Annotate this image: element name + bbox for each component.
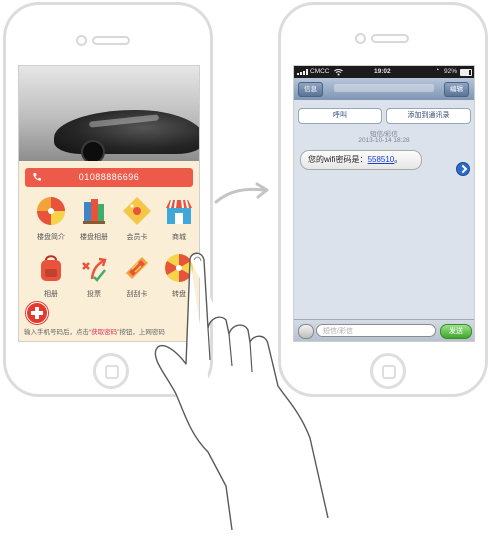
earpiece-speaker <box>92 36 130 45</box>
back-to-messages-button[interactable]: 信息 <box>298 82 323 97</box>
tile-label: 商城 <box>172 234 186 241</box>
tile-mall[interactable]: 商城 <box>155 196 199 248</box>
earpiece-speaker <box>371 34 409 43</box>
signal-bars-icon <box>297 69 308 75</box>
send-button[interactable]: 发送 <box>440 324 472 339</box>
incoming-message-bubble[interactable]: 您的wifi密码是：558510。 <box>300 150 422 170</box>
diamond-tag-icon <box>123 197 151 225</box>
wifi-icon <box>334 69 343 76</box>
alarm-icon: ◔ <box>435 67 440 74</box>
tile-label: 楼盘相册 <box>80 234 108 241</box>
tile-label: 会员卡 <box>126 234 148 241</box>
front-camera <box>355 33 366 44</box>
tile-label: 投票 <box>87 291 101 298</box>
detail-disclosure-icon[interactable] <box>456 162 470 176</box>
car-wheel <box>81 140 105 161</box>
books-icon <box>83 199 105 224</box>
call-phone-bar[interactable]: 01088886696 <box>25 168 193 187</box>
home-button[interactable] <box>370 353 406 389</box>
car-illustration <box>54 110 199 154</box>
flow-arrow-icon <box>214 182 269 204</box>
wifi-password-code[interactable]: 558510 <box>368 155 395 164</box>
get-password-link[interactable]: 获取密码 <box>91 329 117 336</box>
sms-navigation-bar: 信息 编辑 <box>294 78 474 100</box>
tile-label: 楼盘简介 <box>37 234 65 241</box>
vote-arrows-icon <box>82 257 107 282</box>
call-button[interactable]: 呼叫 <box>298 108 382 124</box>
battery-percent: 92% <box>444 68 458 75</box>
clock-time: 19:02 <box>374 68 391 75</box>
tile-member-card[interactable]: 会员卡 <box>113 196 157 248</box>
message-prefix: 您的wifi密码是： <box>308 155 368 164</box>
backpack-icon <box>41 255 61 281</box>
contact-title-blurred <box>334 84 434 92</box>
edit-button[interactable]: 编辑 <box>444 82 469 97</box>
add-plus-button[interactable] <box>26 302 48 324</box>
hotdog-icon <box>126 257 148 279</box>
hero-banner-car-image <box>19 66 199 161</box>
add-to-contacts-button[interactable]: 添加到通讯录 <box>386 108 471 124</box>
home-button[interactable] <box>93 353 129 389</box>
hand-pointer-icon <box>154 252 329 530</box>
tile-project-intro[interactable]: 楼盘简介 <box>27 196 71 248</box>
tile-vote[interactable]: 投票 <box>70 253 114 305</box>
message-text: 您的wifi密码是：558510。 <box>308 151 402 169</box>
message-suffix: 。 <box>394 155 403 164</box>
phone-number-text: 01088886696 <box>78 172 140 182</box>
shop-icon <box>166 199 192 224</box>
status-bar: CMCC 19:02 ◔ 92% <box>294 66 474 78</box>
candy-swirl-icon <box>37 197 65 225</box>
front-camera <box>76 35 87 46</box>
hint-prefix: 输入手机号码后，点击“ <box>24 329 92 336</box>
tile-label: 相册 <box>44 291 58 298</box>
carrier-name: CMCC <box>310 68 330 75</box>
tile-project-album[interactable]: 楼盘相册 <box>70 196 114 248</box>
message-timestamp: 2013-10-14 18:28 <box>358 137 410 144</box>
battery-icon <box>460 69 472 76</box>
tile-album[interactable]: 相册 <box>27 253 71 305</box>
